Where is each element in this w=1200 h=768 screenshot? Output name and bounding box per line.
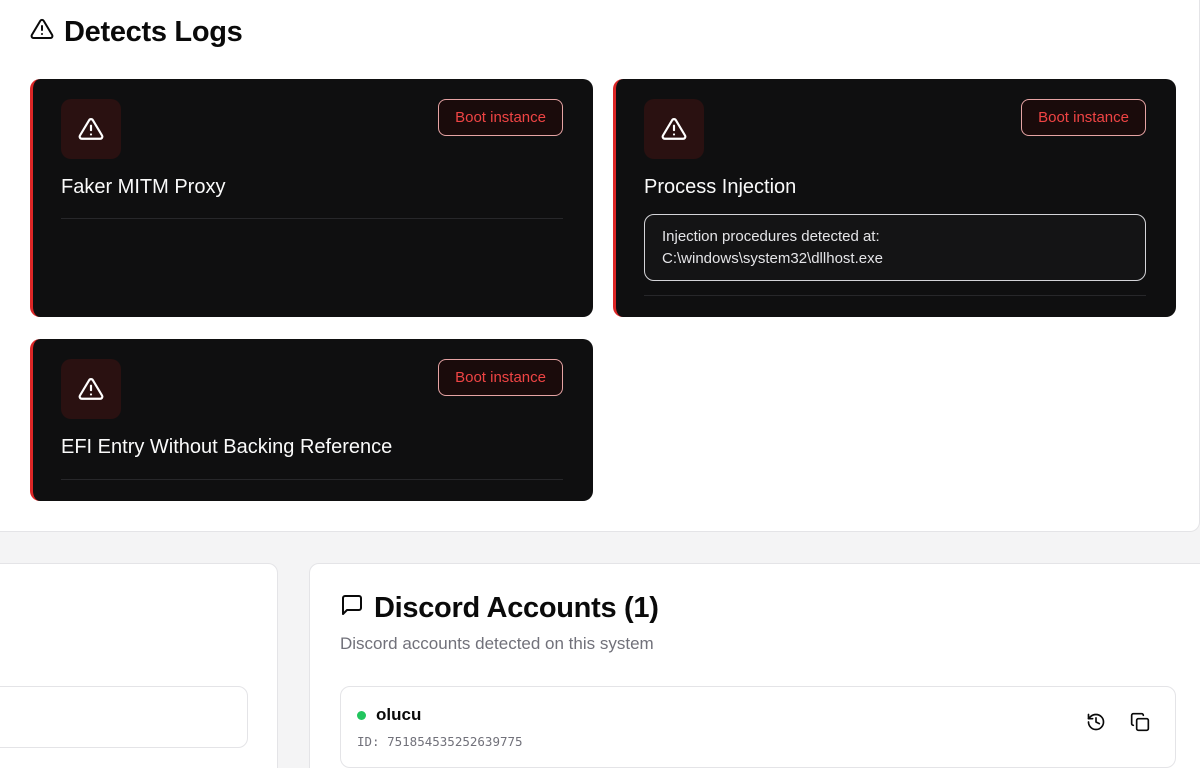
- card-divider: [644, 295, 1146, 296]
- discord-accounts-title: Discord Accounts (1): [374, 592, 659, 624]
- detect-card-title: EFI Entry Without Backing Reference: [61, 436, 393, 458]
- detect-card-process-injection: Boot instance Process Injection Injectio…: [613, 79, 1176, 317]
- discord-accounts-subtitle: Discord accounts detected on this system: [340, 634, 654, 653]
- detect-card-title: Faker MITM Proxy: [61, 176, 226, 198]
- alert-triangle-icon: [61, 99, 121, 159]
- message-square-icon: [340, 592, 364, 625]
- page-title: Detects Logs: [64, 16, 243, 48]
- boot-instance-button[interactable]: Boot instance: [438, 359, 563, 396]
- left-panel-field[interactable]: [0, 686, 248, 748]
- alert-triangle-icon: [61, 359, 121, 419]
- account-username: olucu: [376, 705, 422, 724]
- boot-instance-button[interactable]: Boot instance: [1021, 99, 1146, 136]
- alert-triangle-icon: [644, 99, 704, 159]
- alert-triangle-icon: [30, 16, 54, 49]
- detects-logs-panel: Detects Logs Boot instance Faker MITM Pr…: [0, 0, 1200, 532]
- card-divider: [61, 218, 563, 219]
- detect-card-faker-mitm: Boot instance Faker MITM Proxy: [30, 79, 593, 317]
- detect-card-efi-entry: Boot instance EFI Entry Without Backing …: [30, 339, 593, 501]
- discord-account-row[interactable]: olucu ID: 751854535252639775: [340, 686, 1176, 768]
- online-status-dot: [357, 711, 366, 720]
- copy-icon[interactable]: [1129, 711, 1151, 733]
- detail-text: Injection procedures detected at:: [662, 228, 880, 245]
- history-icon[interactable]: [1085, 711, 1107, 733]
- card-divider: [61, 479, 563, 480]
- discord-accounts-header: Discord Accounts (1): [340, 592, 659, 625]
- detection-detail-box: Injection procedures detected at: C:\win…: [644, 214, 1146, 281]
- detect-card-title: Process Injection: [644, 176, 797, 198]
- detail-path: C:\windows\system32\dllhost.exe: [662, 250, 883, 267]
- boot-instance-button[interactable]: Boot instance: [438, 99, 563, 136]
- account-id: ID: 751854535252639775: [357, 734, 523, 749]
- detects-logs-header: Detects Logs: [30, 16, 243, 49]
